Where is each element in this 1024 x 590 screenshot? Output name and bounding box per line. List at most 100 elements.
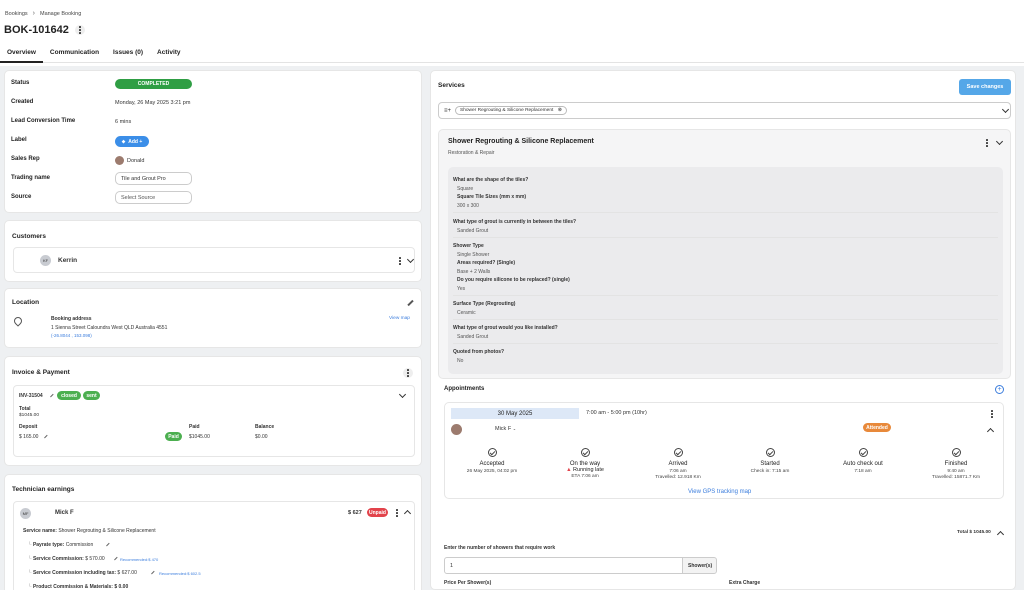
step-title: Accepted <box>479 461 505 467</box>
divider <box>453 237 998 238</box>
answer: Base + 2 Walls <box>457 269 491 275</box>
edit-commission-icon[interactable] <box>114 556 118 561</box>
step-title: Finished <box>944 461 968 467</box>
chevron-down-icon[interactable] <box>406 255 415 264</box>
sales-rep-value: Donald <box>127 158 145 164</box>
selector-chevron-down-icon[interactable] <box>1001 105 1010 114</box>
step-detail: 9:40 am <box>947 469 965 474</box>
service-detail-card: Shower Regrouting & Silicone Replacement… <box>438 129 1011 379</box>
paid-label: Paid <box>189 424 200 430</box>
tab-overview[interactable]: Overview <box>0 43 43 63</box>
chip-remove-icon[interactable]: ⊗ <box>558 108 562 113</box>
booking-coords: (-26.8044 , 153.098) <box>51 333 92 338</box>
showers-unit: Shower(s) <box>682 557 717 574</box>
answer: Single Shower <box>457 252 490 258</box>
edit-deposit-icon[interactable] <box>44 434 48 439</box>
invoice-sent-badge: sent <box>83 391 100 400</box>
customer-more-icon[interactable] <box>395 256 405 266</box>
commission-tax-recommended: Recommended:$ 602.5 <box>159 571 201 576</box>
tab-issues[interactable]: Issues (0) <box>106 43 150 63</box>
customers-title: Customers <box>12 233 46 240</box>
earnings-box: MF Mick F $ 627 Unpaid Service name: Sho… <box>13 501 415 590</box>
warning-icon: ▲ <box>566 467 572 473</box>
gps-tracking-link[interactable]: View GPS tracking map <box>688 489 751 495</box>
invoice-card: Invoice & Payment INV-31504 closed sent … <box>4 356 422 466</box>
appointment-more-icon[interactable] <box>987 409 997 419</box>
invoice-closed-badge: closed <box>57 391 81 400</box>
trading-name-label: Trading name <box>11 175 51 181</box>
step-extra: Travelled: 12.918 Km <box>655 475 701 480</box>
source-select[interactable]: Select Source <box>115 191 192 204</box>
view-map-link[interactable]: View map <box>389 316 410 321</box>
service-selector[interactable]: ≡+ Shower Regrouting & Silicone Replacem… <box>438 102 1011 119</box>
question: Shower Type <box>453 243 484 249</box>
view-map-text: View map <box>389 316 410 321</box>
chevron-up-icon[interactable] <box>403 509 412 518</box>
question: Square Tile Sizes (mm x mm) <box>457 194 527 200</box>
unpaid-badge: Unpaid <box>367 508 388 517</box>
booking-address: 1 Sienna Street Caloundra West QLD Austr… <box>51 325 168 331</box>
appointment-tech[interactable]: Mick F ⌄ <box>495 426 516 432</box>
step-finished: Finished 9:40 am Travelled: 15871.7 Km <box>906 448 1006 480</box>
trading-name-input[interactable]: Tile and Grout Pro <box>115 172 192 185</box>
showers-input[interactable]: 1 <box>444 557 683 574</box>
customer-initials: KF <box>42 258 49 263</box>
deposit-value: $ 165.00 <box>19 434 39 440</box>
technician-earnings-card: Technician earnings MF Mick F $ 627 Unpa… <box>4 474 422 590</box>
invoice-more-icon[interactable] <box>403 368 413 378</box>
customer-row[interactable]: KF Kerrin <box>13 247 415 273</box>
more-options-icon[interactable] <box>74 25 85 35</box>
price-per-shower-label: Price Per Shower(s) <box>444 580 492 586</box>
earnings-more-icon[interactable] <box>392 508 402 518</box>
commission-tax-label: Service Commission including tax: <box>32 570 117 576</box>
step-title: Arrived <box>668 461 688 467</box>
appointment-tech-name: Mick F <box>495 426 512 432</box>
breadcrumb-root[interactable]: Bookings <box>5 11 28 17</box>
save-changes-button[interactable]: Save changes <box>959 79 1011 95</box>
label-label: Label <box>11 137 27 143</box>
details-card: Status COMPLETED Created Monday, 26 May … <box>4 70 422 213</box>
customer-name: Kerrin <box>58 257 78 264</box>
tab-activity[interactable]: Activity <box>150 43 187 63</box>
step-on-the-way: On the way ▲ Running late ETA 7:06 am <box>535 448 635 479</box>
answer: Sanded Grout <box>457 334 489 340</box>
appointment-date-text: 30 May 2025 <box>497 410 533 417</box>
deposit-paid-badge: Paid <box>165 432 182 441</box>
question: What are the shape of the tiles? <box>453 177 529 183</box>
showers-label: Enter the number of showers that require… <box>444 545 556 551</box>
divider <box>453 295 998 296</box>
edit-payrate-icon[interactable] <box>106 542 110 547</box>
service-chevron-down-icon[interactable] <box>995 137 1004 146</box>
created-value: Monday, 26 May 2025 3:21 pm <box>115 100 191 106</box>
step-extra: Travelled: 15871.7 Km <box>931 475 981 480</box>
step-accepted: Accepted 26 May 2025, 04:02 pm <box>442 448 542 474</box>
service-detail-category: Restoration & Repair <box>448 150 495 156</box>
add-appointment-icon[interactable]: + <box>995 385 1004 394</box>
check-circle-icon <box>673 448 683 457</box>
appointment-tech-avatar <box>451 424 462 435</box>
tab-communication[interactable]: Communication <box>43 43 106 63</box>
service-name-row: Service name: Shower Regrouting & Silico… <box>23 528 156 534</box>
answer: 300 x 300 <box>457 203 479 209</box>
service-chip[interactable]: Shower Regrouting & Silicone Replacement… <box>455 106 567 115</box>
step-detail-row: ▲ Running late <box>535 467 635 473</box>
question: What type of grout would you like instal… <box>453 325 558 331</box>
appointments-title: Appointments <box>444 386 485 392</box>
total-chevron-up-icon[interactable] <box>996 530 1005 539</box>
edit-invoice-icon[interactable] <box>50 393 54 398</box>
edit-location-icon[interactable] <box>407 299 414 307</box>
invoice-number[interactable]: INV-31504 <box>19 393 43 399</box>
lead-conversion-value: 6 mins <box>115 119 132 125</box>
service-more-icon[interactable] <box>982 138 992 148</box>
paid-value: $1045.00 <box>189 434 210 440</box>
commission-row: └ Service Commission: $ 570.00 <box>28 556 105 562</box>
step-detail: Running late <box>573 467 604 473</box>
answer: Ceramic <box>457 310 476 316</box>
commission-tax-value: $ 627.00 <box>117 570 137 576</box>
add-label-button[interactable]: ⬥ Add + <box>115 136 149 147</box>
step-arrived: Arrived 7:06 am Travelled: 12.918 Km <box>628 448 728 480</box>
appointment-chevron-up-icon[interactable] <box>986 427 995 436</box>
invoice-chevron-down-icon[interactable] <box>398 390 407 399</box>
step-auto-check-out: Auto check out 7:18 am <box>813 448 913 474</box>
edit-commission-tax-icon[interactable] <box>151 570 155 575</box>
